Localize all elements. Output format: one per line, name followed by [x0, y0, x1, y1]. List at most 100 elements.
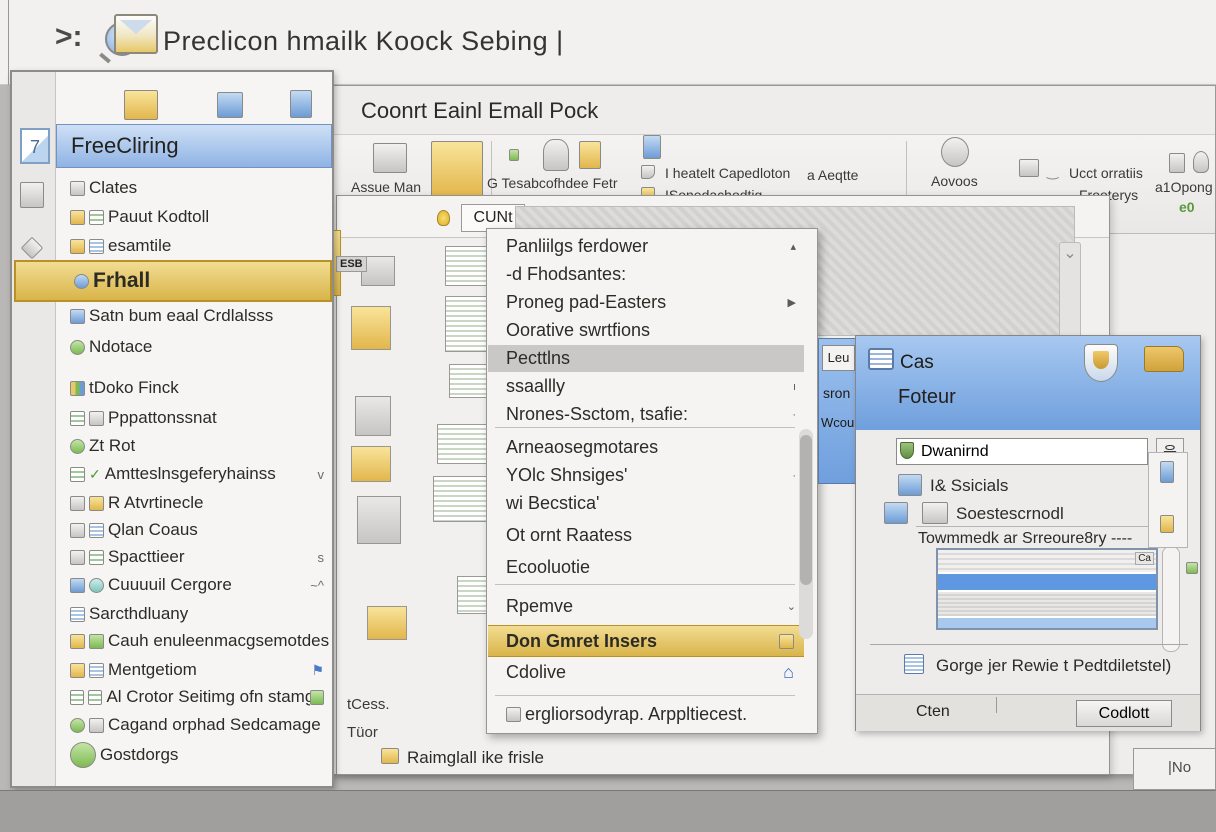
ribbon-label-tesabcofhdee[interactable]: G Tesabcofhdee Fetr — [487, 175, 617, 191]
columns-icon — [70, 607, 85, 622]
spreadsheet-thumbnail[interactable] — [437, 424, 493, 464]
shortcut-icon[interactable] — [351, 446, 391, 482]
menu-item-15[interactable]: Rpemve⌄ — [488, 593, 804, 620]
menu-item-7[interactable]: Nrones-Ssctom, tsafie:· — [488, 401, 804, 428]
menu-item-6[interactable]: ssaalllyı — [488, 373, 804, 400]
checkbox-icon[interactable] — [1019, 159, 1039, 177]
menu-item-9[interactable]: Arneaosegmotares — [488, 434, 804, 461]
sidebar-item-1[interactable]: Clates — [58, 174, 334, 202]
shortcut-icon[interactable] — [355, 396, 391, 436]
menu-item-12[interactable]: Ot ornt Raatess — [488, 522, 804, 549]
diamond-icon[interactable] — [21, 237, 44, 260]
menu-scrollbar[interactable] — [799, 429, 813, 639]
menu-item-label: Proneg pad-Easters — [506, 292, 666, 313]
chevron-down-icon[interactable]: ⌄ — [1063, 245, 1076, 262]
sidebar-item-11[interactable]: R Atvrtinecle — [58, 489, 334, 517]
sidebar-item-13[interactable]: Spacttieers — [58, 543, 334, 571]
list-icon — [89, 239, 104, 254]
footer-divider — [996, 697, 997, 713]
list-row[interactable] — [938, 550, 1156, 572]
sidebar-item-6[interactable]: Ndotace — [58, 333, 334, 361]
menu-item-19[interactable]: ergliorsodyrap. Arppltiecest. — [488, 701, 804, 728]
cancel-button[interactable]: Codlott — [1076, 700, 1172, 727]
spreadsheet-thumbnail[interactable] — [445, 246, 491, 286]
sidebar-item-3[interactable]: esamtile — [58, 232, 334, 260]
menu-item-1[interactable]: Panliilgs ferdower▴ — [488, 233, 804, 260]
sidebar-item-2[interactable]: Pauut Kodtoll — [58, 203, 334, 231]
menu-item-2[interactable]: -d Fhodsantes: — [488, 261, 804, 288]
mail-icon[interactable] — [114, 14, 158, 54]
shortcut-icon[interactable] — [351, 306, 391, 350]
menu-item-5[interactable]: Pecttlns — [488, 345, 804, 372]
review-label[interactable]: Gorge jer Rewie t Pedtdiletstel) — [936, 656, 1171, 676]
background-chip[interactable]: Leu — [822, 345, 855, 371]
big-folder-icon[interactable] — [431, 141, 483, 197]
menu-item-right-glyph: ⌄ — [787, 600, 796, 613]
options-listbox[interactable]: Ca — [936, 548, 1158, 630]
chevron-right-icon[interactable]: >: — [55, 20, 83, 54]
list-row-selected[interactable] — [938, 574, 1156, 590]
menu-item-label: Ecooluotie — [506, 557, 590, 578]
person-icon[interactable] — [941, 137, 969, 167]
socials-label[interactable]: I& Ssicials — [930, 476, 1008, 496]
menu-item-13[interactable]: Ecooluotie — [488, 554, 804, 581]
sidebar-header[interactable]: FreeCliring — [56, 124, 332, 168]
menu-item-11[interactable]: wi Becstica' — [488, 490, 804, 517]
sidebar-item-17[interactable]: Mentgetiom⚑ — [58, 656, 334, 684]
lungs-icon[interactable] — [543, 139, 569, 171]
side-text-2: Tüor — [347, 724, 378, 741]
menu-item-4[interactable]: Oorative swrtfions — [488, 317, 804, 344]
menu-item-label: wi Becstica' — [506, 493, 599, 514]
menu-item-16[interactable]: Don Gmret Insers — [488, 625, 804, 657]
sidebar-item-12[interactable]: Qlan Coaus — [58, 516, 334, 544]
sidebar-item-9[interactable]: Zt Rot — [58, 432, 334, 460]
sidebar-item-18[interactable]: Al Crotor Seitimg ofn stamgs — [58, 683, 334, 711]
ribbon-label-assue-man[interactable]: Assue Man — [351, 179, 421, 195]
list-row[interactable] — [938, 592, 1156, 616]
sidebar-item-10[interactable]: ✓Amtteslnsgeferyhainssv — [58, 460, 334, 488]
satellite-icon[interactable] — [373, 143, 407, 173]
menu-item-17[interactable]: Cdolive⌂ — [488, 659, 804, 686]
tilde-glyph: ‿ — [1047, 163, 1058, 180]
page-title: Preclicon hmailk Koock Sebing | — [163, 26, 564, 57]
spreadsheet-thumbnail[interactable] — [433, 476, 493, 522]
ribbon-label-a1opong[interactable]: a1Opong — [1155, 179, 1213, 195]
dialog-title: Cas — [900, 352, 934, 374]
ribbon-label-e0: e0 — [1179, 199, 1195, 215]
pointer-icon[interactable] — [20, 182, 44, 208]
ribbon-label-ucct[interactable]: Ucct orratiis — [1069, 165, 1143, 181]
document-footer-label[interactable]: Raimglall ike frisle — [407, 748, 544, 768]
dialog-scrollbar[interactable] — [1162, 546, 1180, 652]
flag-icon: ⚑ — [311, 662, 324, 679]
sidebar-item-16[interactable]: Cauh enuleenmacgsemotdes — [58, 627, 334, 655]
ribbon-label-aovoos[interactable]: Aovoos — [931, 173, 978, 189]
shortcut-icon[interactable] — [367, 606, 407, 640]
menu-item-label: Pecttlns — [506, 348, 570, 369]
sidebar-item-14[interactable]: Cuuuuil Cergore~^ — [58, 571, 334, 599]
footer-left-label[interactable]: Cten — [916, 703, 950, 721]
menu-item-3[interactable]: Proneg pad-Easters▶ — [488, 289, 804, 316]
phone-icon[interactable] — [643, 135, 661, 159]
list-row[interactable] — [938, 618, 1156, 628]
ribbon-label-aeqtte[interactable]: a Aeqtte — [807, 167, 858, 183]
bell-icon[interactable] — [1193, 151, 1209, 173]
sidebar-item-15[interactable]: Sarcthdluany — [58, 600, 334, 628]
sidebar-item-7[interactable]: tDoko Finck — [58, 374, 334, 402]
leaf-icon — [70, 439, 85, 454]
battery-icon — [1160, 461, 1174, 483]
jar-icon[interactable] — [579, 141, 601, 169]
sidebar-item-label: R Atvrtinecle — [108, 493, 203, 513]
account-name-input[interactable] — [896, 438, 1148, 465]
cup-icon[interactable] — [1169, 153, 1185, 173]
menu-item-right-glyph: ▴ — [790, 240, 796, 253]
sidebar-item-5[interactable]: Satn bum eaal Crdlalsss — [58, 302, 334, 330]
menu-item-10[interactable]: YOlc Shnsiges'· — [488, 462, 804, 489]
sidebar-item-4[interactable]: Frhall — [14, 260, 332, 302]
ribbon-label-capedloton[interactable]: I heatelt Capedloton — [665, 165, 790, 181]
shortcut-icon[interactable] — [357, 496, 401, 544]
password-label[interactable]: Soestescrnodl — [956, 504, 1064, 524]
corner-tab[interactable]: |No — [1133, 748, 1216, 790]
sidebar-item-20[interactable]: Gostdorgs — [58, 735, 334, 775]
right-rail — [1148, 452, 1188, 548]
sidebar-item-8[interactable]: Pppattonssnat — [58, 404, 334, 432]
